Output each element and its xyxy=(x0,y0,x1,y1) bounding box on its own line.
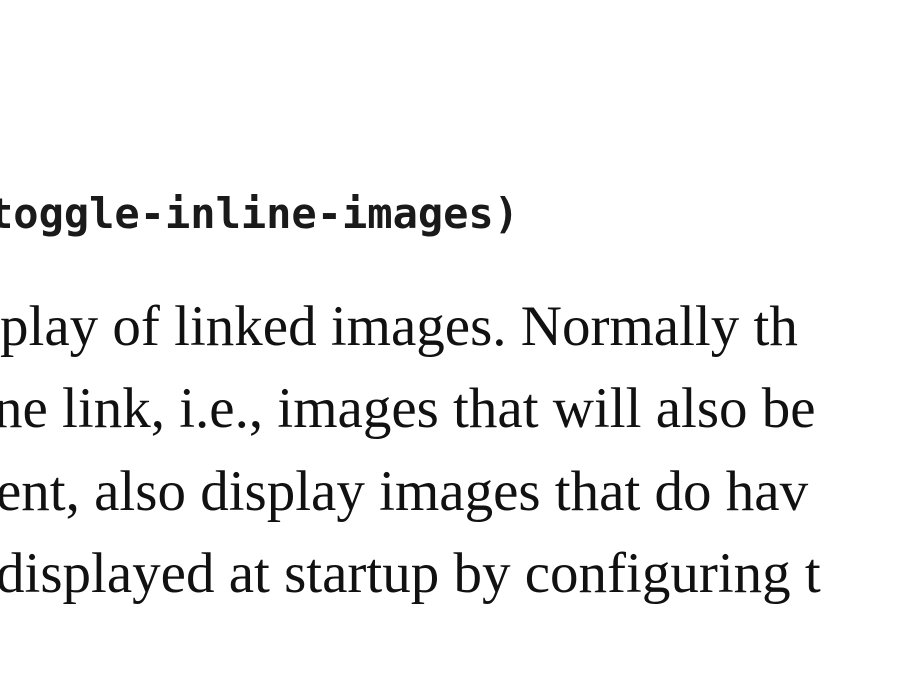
document-viewport: toggle-inline-images) play of linked ima… xyxy=(0,0,899,700)
body-text-line-2: ne link, i.e., images that will also be xyxy=(0,377,816,440)
body-text-line-4: displayed at startup by configuring t xyxy=(0,542,821,605)
command-heading: toggle-inline-images) xyxy=(0,189,520,238)
body-text-line-1: play of linked images. Normally th xyxy=(0,295,798,358)
body-text-line-3: ent, also display images that do hav xyxy=(0,460,809,523)
